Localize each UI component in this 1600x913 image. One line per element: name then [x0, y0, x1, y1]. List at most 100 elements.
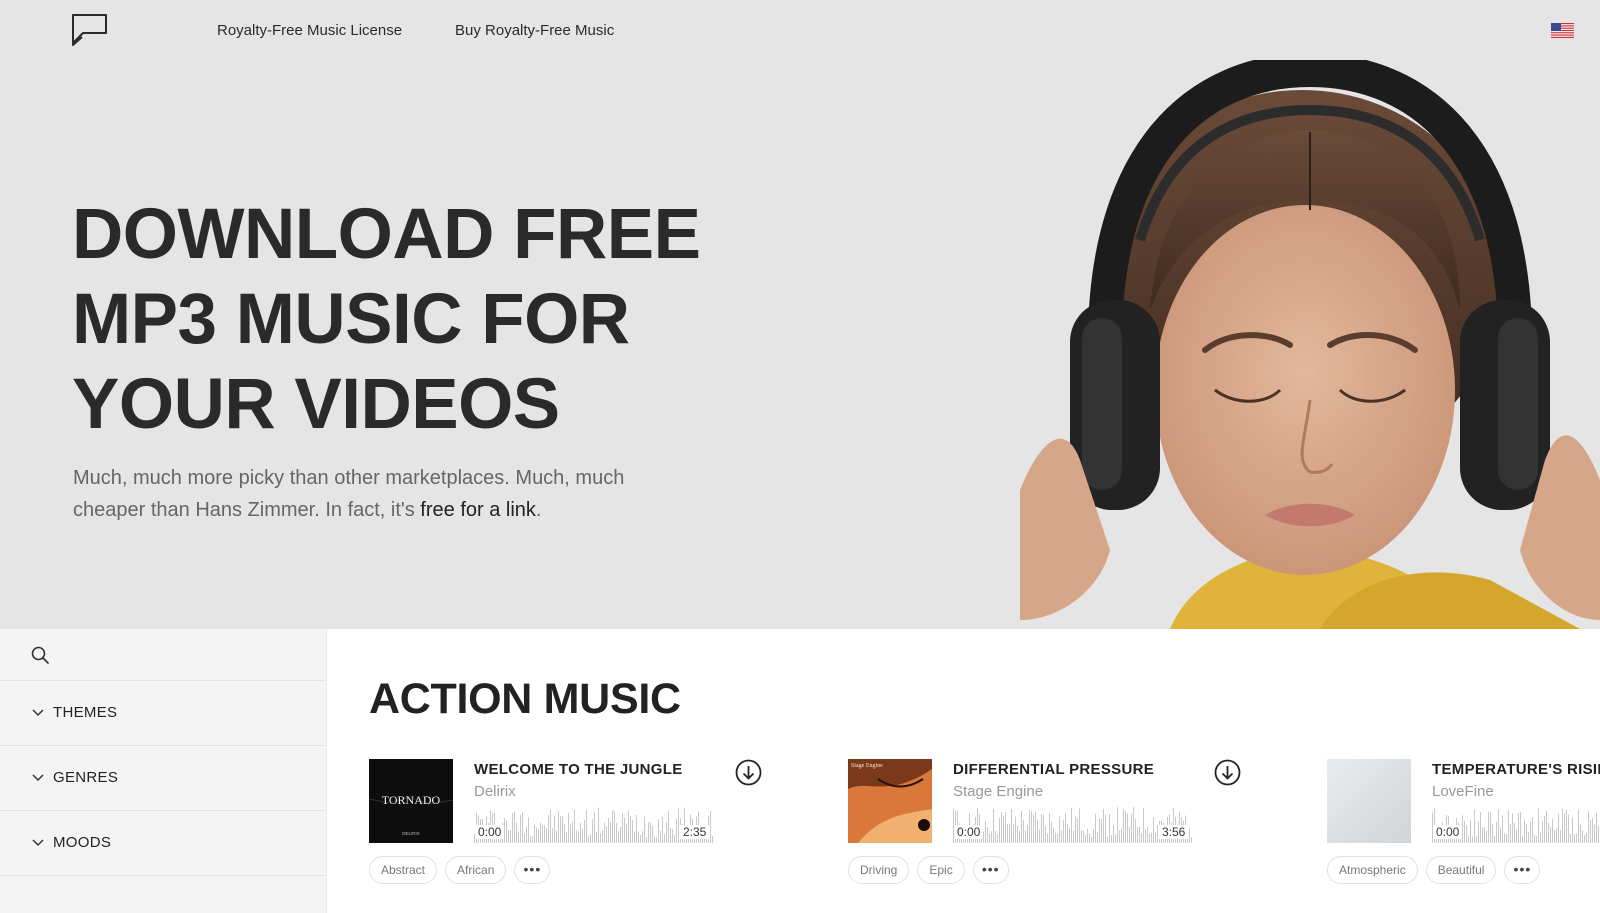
search-icon[interactable] [31, 646, 49, 664]
filter-moods[interactable]: MOODS [0, 811, 326, 876]
track-title[interactable]: DIFFERENTIAL PRESSURE [953, 761, 1154, 778]
track-artist[interactable]: LoveFine [1432, 783, 1494, 800]
waveform-bar [1472, 836, 1473, 843]
waveform-bar [1117, 807, 1118, 843]
waveform-bar [1073, 830, 1074, 843]
track-card: TORNADO DELIRIX WELCOME TO THE JUNGLE De… [369, 759, 809, 909]
time-end: 3:56 [1159, 825, 1189, 839]
waveform-bar [1087, 828, 1088, 843]
waveform-bar [1007, 824, 1008, 843]
nav-link-buy[interactable]: Buy Royalty-Free Music [455, 22, 614, 39]
waveform-bar [516, 822, 517, 843]
hero-title-line-3: YOUR VIDEOS [72, 365, 560, 444]
waveform-player[interactable] [953, 805, 1193, 843]
tag-chip[interactable]: Atmospheric [1327, 856, 1418, 884]
waveform-bar [1596, 812, 1597, 843]
waveform-bar [556, 830, 557, 843]
more-tags-button[interactable]: ••• [514, 856, 551, 884]
waveform-bar [602, 830, 603, 843]
filter-genres[interactable]: GENRES [0, 746, 326, 811]
site-logo-icon[interactable] [72, 13, 108, 47]
waveform-bar [1059, 815, 1060, 843]
waveform-bar [1109, 813, 1110, 843]
waveform-bar [1065, 813, 1066, 843]
chevron-down-icon [32, 709, 44, 717]
tag-chip[interactable]: Epic [917, 856, 965, 884]
waveform-bar [993, 808, 994, 843]
waveform-bar [1530, 821, 1531, 843]
track-title[interactable]: WELCOME TO THE JUNGLE [474, 761, 683, 778]
track-cover-image[interactable]: TORNADO DELIRIX [369, 759, 453, 843]
waveform-bar [648, 822, 649, 843]
waveform-bar [1584, 834, 1585, 843]
track-artist[interactable]: Delirix [474, 783, 516, 800]
waveform-bar [1538, 808, 1539, 843]
waveform-bar [614, 810, 615, 843]
waveform-bar [1097, 832, 1098, 843]
tag-chip[interactable]: Abstract [369, 856, 438, 884]
track-artist[interactable]: Stage Engine [953, 783, 1043, 800]
track-title[interactable]: TEMPERATURE'S RISING [1432, 761, 1600, 778]
waveform-bar [508, 829, 509, 843]
waveform-bar [1091, 836, 1092, 843]
download-icon[interactable] [735, 759, 762, 786]
waveform-bar [1135, 819, 1136, 843]
hero-woman-with-headphones-image [1020, 60, 1600, 629]
waveform-bar [1151, 832, 1152, 843]
waveform-bar [1191, 836, 1192, 843]
search-input[interactable] [56, 641, 306, 669]
waveform-bar [1031, 811, 1032, 843]
waveform-bar [620, 827, 621, 843]
waveform-bar [1057, 833, 1058, 843]
track-card: Stage Engine DIFFERENTIAL PRESSURE Stage… [848, 759, 1288, 909]
tag-chip[interactable]: Beautiful [1425, 856, 1497, 884]
track-cover-image[interactable]: Stage Engine [848, 759, 932, 843]
download-icon[interactable] [1214, 759, 1241, 786]
waveform-bar [560, 816, 561, 843]
waveform-bar [1023, 820, 1024, 843]
waveform-bar [526, 827, 527, 843]
waveform-bar [1522, 836, 1523, 843]
waveform-bar [1107, 836, 1108, 843]
more-tags-button[interactable]: ••• [972, 856, 1009, 884]
waveform-bar [1544, 815, 1545, 843]
waveform-bar [1113, 824, 1114, 843]
time-end: 2:35 [680, 825, 710, 839]
waveform-bar [1516, 829, 1517, 843]
waveform-bar [610, 821, 611, 843]
tag-list: Atmospheric Beautiful ••• [1327, 856, 1541, 884]
tag-list: Abstract African ••• [369, 856, 551, 884]
waveform-bar [512, 812, 513, 843]
waveform-bar [1484, 827, 1485, 843]
tag-chip[interactable]: Driving [848, 856, 910, 884]
waveform-bar [638, 831, 639, 843]
waveform-bar [1500, 827, 1501, 843]
waveform-bar [1524, 819, 1525, 843]
us-flag-icon[interactable] [1551, 23, 1574, 38]
waveform-bar [1131, 813, 1132, 843]
hero-subtitle-text: Much, much more picky than other marketp… [73, 467, 625, 521]
waveform-bar [1017, 825, 1018, 843]
waveform-player[interactable] [474, 805, 714, 843]
waveform-bar [1037, 820, 1038, 843]
waveform-bar [574, 809, 575, 843]
more-tags-button[interactable]: ••• [1504, 856, 1541, 884]
free-for-a-link-link[interactable]: free for a link [420, 499, 536, 521]
waveform-bar [1053, 828, 1054, 843]
search-bar [0, 629, 326, 681]
waveform-bar [570, 824, 571, 843]
waveform-bar [1137, 827, 1138, 843]
waveform-bar [1550, 826, 1551, 843]
waveform-bar [1474, 809, 1475, 843]
waveform-bar [1001, 812, 1002, 843]
waveform-bar [546, 827, 547, 843]
waveform-bar [520, 814, 521, 843]
waveform-bar [1085, 834, 1086, 843]
waveform-bar [1019, 830, 1020, 843]
filter-themes[interactable]: THEMES [0, 681, 326, 746]
nav-link-license[interactable]: Royalty-Free Music License [217, 22, 402, 39]
track-cover-image[interactable] [1327, 759, 1411, 843]
tag-chip[interactable]: African [445, 856, 507, 884]
waveform-bar [1039, 829, 1040, 843]
waveform-bar [1025, 830, 1026, 843]
